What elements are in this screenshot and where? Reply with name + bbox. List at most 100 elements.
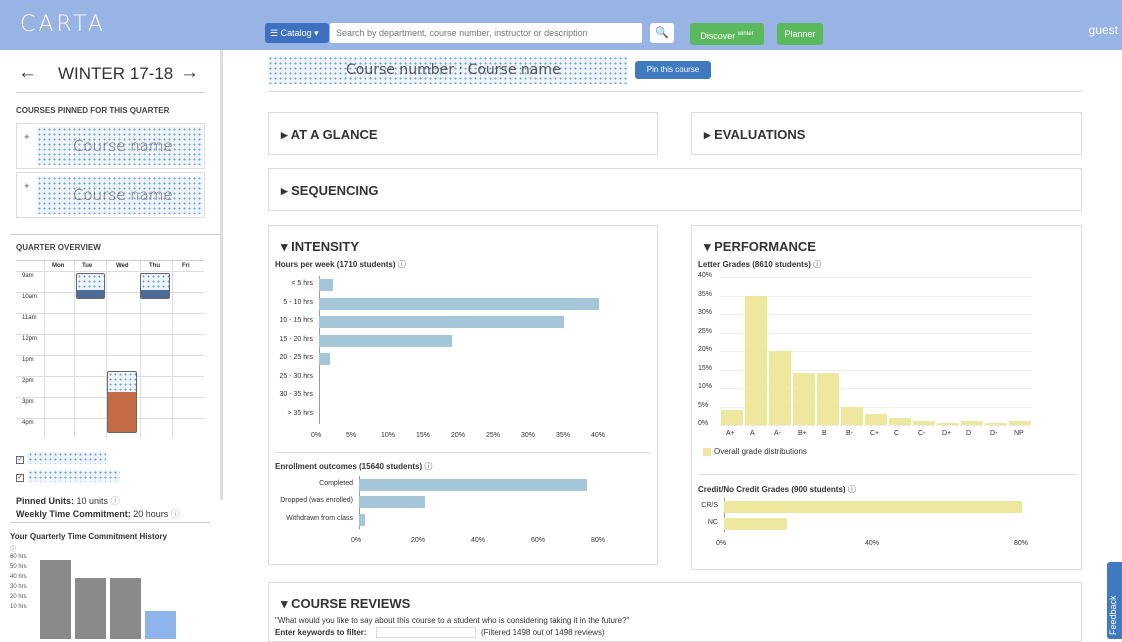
pinned-courses-title: COURSES PINNED FOR THIS QUARTER xyxy=(16,106,170,115)
pin-icon[interactable]: ✦ xyxy=(23,132,31,143)
x-tick-label: D+ xyxy=(942,430,952,437)
x-tick-label: 80% xyxy=(591,536,606,544)
x-tick-label: 60% xyxy=(531,536,546,544)
x-tick-label: 20% xyxy=(451,432,466,439)
history-bar xyxy=(145,611,176,639)
top-navbar: CARTA ☰ Catalog ▾ 🔍 Discover winter Plan… xyxy=(0,0,1122,50)
course-reviews-title[interactable]: ▾ COURSE REVIEWS xyxy=(281,596,410,612)
bar xyxy=(319,279,333,292)
bar xyxy=(721,410,743,425)
bar xyxy=(985,423,1007,425)
calendar-event-block[interactable] xyxy=(76,273,105,299)
legend-swatch xyxy=(703,448,711,456)
bar xyxy=(745,295,767,425)
category-label: 25 - 30 hrs xyxy=(279,372,313,380)
carta-logo[interactable]: CARTA xyxy=(20,12,106,37)
history-axis-label: 10 hrs xyxy=(10,604,27,610)
bar xyxy=(769,351,791,425)
x-tick-label: 80% xyxy=(1014,540,1029,547)
pin-course-button[interactable]: Pin this course xyxy=(635,61,711,79)
filter-count: (Filtered 1498 out of 1498 reviews) xyxy=(481,628,605,637)
bar xyxy=(1009,421,1031,425)
time-label: 9am xyxy=(22,273,34,279)
pin-icon[interactable]: ✦ xyxy=(23,181,31,192)
divider xyxy=(10,522,210,523)
magnifier-icon: 🔍 xyxy=(655,27,669,39)
course-checkbox[interactable]: ✓ xyxy=(16,474,24,482)
y-tick-label: 25% xyxy=(698,327,713,335)
at-a-glance-title[interactable]: ▸ AT A GLANCE xyxy=(281,127,378,143)
y-tick-label: 20% xyxy=(698,346,713,353)
time-label: 4pm xyxy=(22,420,34,426)
hours-per-week-chart: 0% 5% 10% 15% 20% 25% 30% 35% 40% < 5 hrs 5 - 10 h… xyxy=(269,274,657,446)
feedback-tab[interactable]: Feedback xyxy=(1107,562,1122,639)
day-header: Mon xyxy=(52,263,65,269)
filter-input[interactable] xyxy=(376,627,476,638)
bar xyxy=(724,500,1022,513)
time-label: 11am xyxy=(22,315,37,321)
x-tick-label: B+ xyxy=(798,430,807,437)
x-tick-label: A+ xyxy=(726,430,735,437)
search-button[interactable]: 🔍 xyxy=(650,23,674,43)
history-axis-label: 60 hrs xyxy=(10,554,27,560)
bar xyxy=(319,353,330,366)
category-label: 30 - 35 hrs xyxy=(279,391,313,399)
performance-title[interactable]: ▾ PERFORMANCE xyxy=(704,239,816,255)
course-color-swatch xyxy=(28,470,120,482)
time-label: 3pm xyxy=(22,399,34,405)
evaluations-title[interactable]: ▸ EVALUATIONS xyxy=(704,127,805,143)
x-tick-label: 15% xyxy=(416,432,431,439)
gridline xyxy=(1022,498,1023,532)
x-tick-label: 5% xyxy=(346,432,357,439)
quarter-overview-title: QUARTER OVERVIEW xyxy=(16,243,101,252)
intensity-title[interactable]: ▾ INTENSITY xyxy=(281,239,359,255)
time-label: 1pm xyxy=(22,357,34,363)
calendar-event-block[interactable] xyxy=(107,371,137,433)
day-header: Tue xyxy=(82,263,93,269)
weekly-commitment: Weekly Time Commitment: 20 hours ⓘ xyxy=(16,509,180,519)
user-menu[interactable]: guest xyxy=(1089,23,1118,37)
x-tick-label: 0% xyxy=(311,432,322,439)
history-axis-label: 20 hrs xyxy=(10,594,27,600)
pinned-course-name: Course name xyxy=(73,186,173,204)
x-tick-label: D- xyxy=(990,430,998,437)
x-tick-label: 35% xyxy=(556,432,571,439)
next-quarter-arrow-icon[interactable]: → xyxy=(180,62,199,84)
x-tick-label: 40% xyxy=(865,540,880,547)
course-color-swatch xyxy=(28,452,106,464)
prev-quarter-arrow-icon[interactable]: ← xyxy=(18,62,37,84)
at-a-glance-panel[interactable]: ▸ AT A GLANCE xyxy=(268,112,658,155)
pinned-course-card[interactable]: ✦ Course name xyxy=(16,172,205,218)
sequencing-panel[interactable]: ▸ SEQUENCING xyxy=(268,168,1082,211)
enrollment-chart-title: Enrollment outcomes (15640 students) ⓘ xyxy=(275,462,433,471)
discover-button[interactable]: Discover winter xyxy=(690,23,764,45)
time-label: 10am xyxy=(22,294,38,300)
divider xyxy=(268,91,1083,92)
bar xyxy=(889,417,911,425)
gridline xyxy=(720,277,1032,278)
x-tick-label: 30% xyxy=(521,432,536,439)
gridline xyxy=(599,476,600,529)
pinned-course-card[interactable]: ✦ Course name xyxy=(16,123,205,169)
sequencing-title[interactable]: ▸ SEQUENCING xyxy=(281,183,379,199)
day-header: Fri xyxy=(182,263,190,269)
x-tick-label: A xyxy=(750,430,755,437)
performance-panel: ▾ PERFORMANCE Letter Grades (8610 studen… xyxy=(691,225,1082,570)
time-label: 12pm xyxy=(22,336,38,342)
bar xyxy=(319,316,564,329)
quarter-name: WINTER 17-18 xyxy=(58,64,174,83)
gridline xyxy=(720,425,1032,426)
search-input[interactable] xyxy=(330,23,642,43)
planner-button[interactable]: Planner xyxy=(777,23,823,45)
x-tick-label: 10% xyxy=(381,432,396,439)
weekly-calendar: Mon Tue Wed Thu Fri 9am 10am 11am 12pm 1… xyxy=(16,260,204,438)
calendar-event-block[interactable] xyxy=(140,273,170,299)
x-tick-label: B xyxy=(822,430,827,437)
evaluations-panel[interactable]: ▸ EVALUATIONS xyxy=(691,112,1082,155)
course-checkbox[interactable]: ✓ xyxy=(16,456,24,464)
bar xyxy=(359,513,365,526)
sidebar-scrollbar[interactable] xyxy=(220,50,223,500)
course-title: Course number : Course name xyxy=(346,62,561,78)
catalog-dropdown-button[interactable]: ☰ Catalog ▾ xyxy=(265,23,329,43)
day-header: Thu xyxy=(149,263,160,269)
